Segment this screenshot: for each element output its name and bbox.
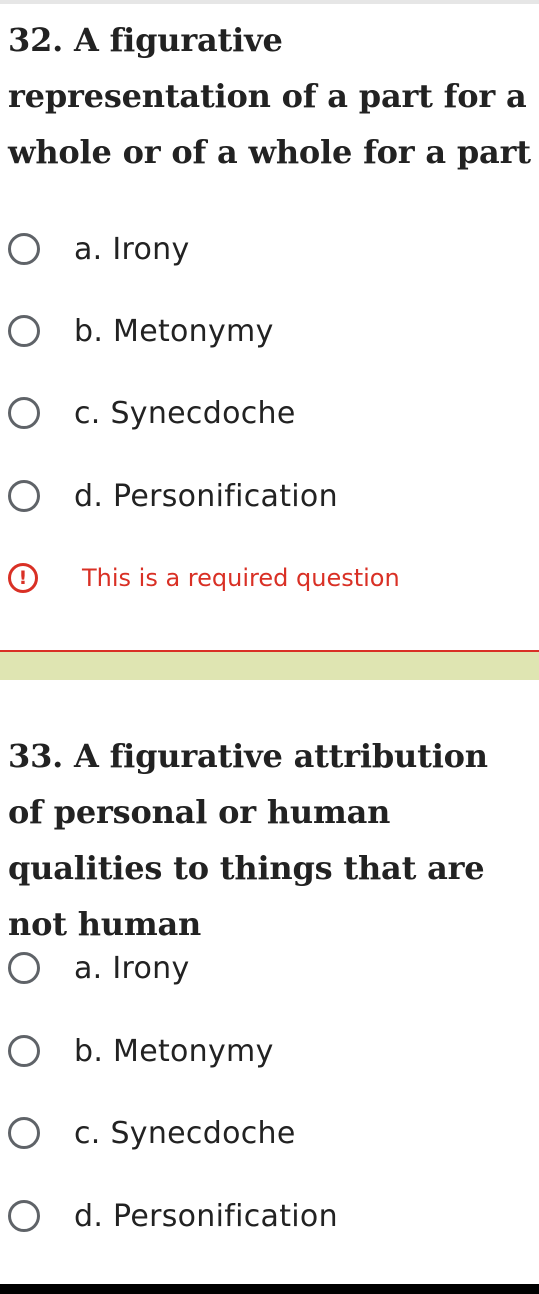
option-b-metonymy[interactable]: b. Metonymy [8, 1027, 274, 1075]
bottom-edge-bar [0, 1284, 539, 1294]
option-label: a. Irony [74, 231, 190, 267]
required-warning: ! This is a required question [8, 556, 400, 600]
question-card-32: 32. A figurative representation of a par… [0, 0, 539, 650]
option-b-metonymy[interactable]: b. Metonymy [8, 307, 274, 355]
option-a-irony[interactable]: a. Irony [8, 225, 190, 273]
option-c-synecdoche[interactable]: c. Synecdoche [8, 389, 296, 437]
question-card-33: 33. A figurative attribution of personal… [0, 680, 539, 1284]
option-label: c. Synecdoche [74, 1115, 296, 1151]
option-label: b. Metonymy [74, 313, 274, 349]
radio-unchecked-icon[interactable] [8, 952, 40, 984]
exclamation-circle-icon: ! [8, 563, 38, 593]
option-d-personification[interactable]: d. Personification [8, 1192, 338, 1240]
radio-unchecked-icon[interactable] [8, 397, 40, 429]
radio-unchecked-icon[interactable] [8, 233, 40, 265]
option-a-irony[interactable]: a. Irony [8, 944, 190, 992]
question-title: 33. A figurative attribution of personal… [8, 737, 488, 943]
option-label: b. Metonymy [74, 1033, 274, 1069]
option-label: a. Irony [74, 950, 190, 986]
question-title: 32. A figurative representation of a par… [8, 21, 531, 171]
option-label: d. Personification [74, 478, 338, 514]
option-label: c. Synecdoche [74, 395, 296, 431]
required-message: This is a required question [82, 564, 400, 592]
option-c-synecdoche[interactable]: c. Synecdoche [8, 1109, 296, 1157]
radio-unchecked-icon[interactable] [8, 480, 40, 512]
section-separator-band [0, 652, 539, 680]
option-label: d. Personification [74, 1198, 338, 1234]
radio-unchecked-icon[interactable] [8, 315, 40, 347]
radio-unchecked-icon[interactable] [8, 1117, 40, 1149]
radio-unchecked-icon[interactable] [8, 1200, 40, 1232]
radio-unchecked-icon[interactable] [8, 1035, 40, 1067]
option-d-personification[interactable]: d. Personification [8, 472, 338, 520]
